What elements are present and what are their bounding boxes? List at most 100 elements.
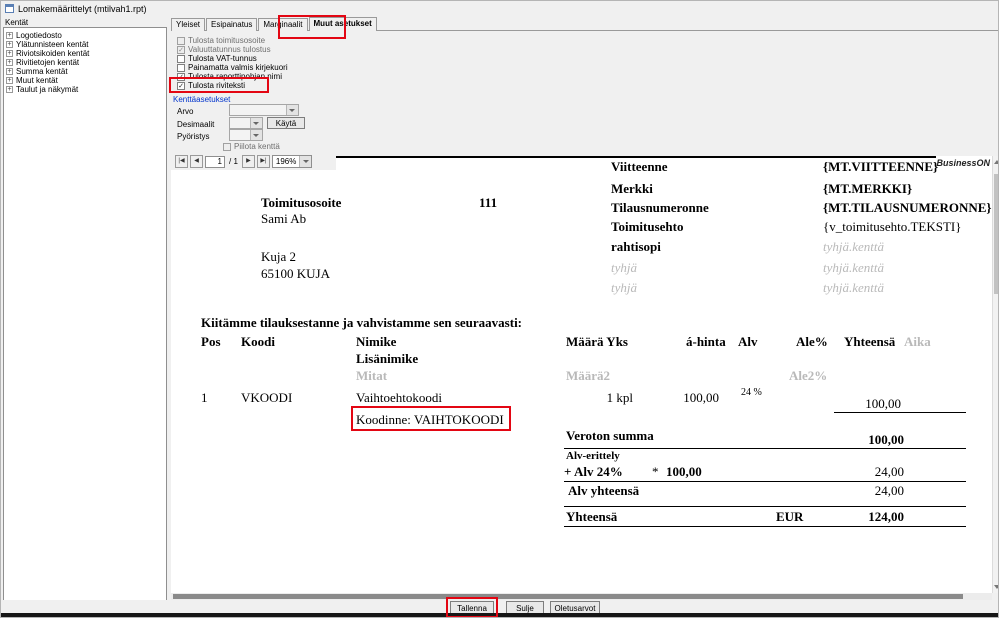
option-label: Piilota kenttä bbox=[234, 142, 280, 151]
option-label: Tulosta toimitusosoite bbox=[188, 36, 266, 45]
col-header-mitat: Mitat bbox=[356, 368, 388, 383]
chevron-down-icon bbox=[302, 160, 309, 163]
settings-tabs: Yleiset Esipainatus Marginaalit Muut ase… bbox=[171, 17, 378, 31]
annotation-muut-asetukset-tab bbox=[278, 15, 346, 39]
tab-esipainatus[interactable]: Esipainatus bbox=[206, 18, 258, 31]
total-label: Yhteensä bbox=[566, 509, 618, 524]
option-painamatta-valmis-kirjekuori[interactable]: Painamatta valmis kirjekuori bbox=[177, 63, 288, 72]
checkbox-icon[interactable] bbox=[177, 54, 185, 63]
option-piilota-kentta[interactable]: Piilota kenttä bbox=[223, 142, 280, 151]
col-header-ahinta: á-hinta bbox=[686, 334, 726, 349]
row-total-rule bbox=[834, 412, 966, 413]
summary-rule bbox=[564, 526, 966, 527]
scroll-down-icon[interactable] bbox=[994, 585, 998, 589]
alv-erittely-label: Alv-erittely bbox=[566, 450, 620, 462]
option-label: Valuuttatunnus tulostus bbox=[188, 45, 271, 54]
arvo-label: Arvo bbox=[177, 107, 194, 116]
expand-icon[interactable]: + bbox=[6, 86, 13, 93]
next-page-button[interactable]: ▶ bbox=[241, 155, 255, 168]
checkbox-icon[interactable]: ✓ bbox=[177, 45, 185, 54]
page-total-label: / 1 bbox=[229, 157, 238, 166]
alv-yhteensa-label: Alv yhteensä bbox=[568, 483, 640, 498]
row-maara: 1 kpl bbox=[606, 390, 633, 405]
window-title: Lomakemäärittelyt (mtilvah1.rpt) bbox=[18, 3, 147, 14]
fields-panel-header: Kentät bbox=[5, 18, 29, 27]
vertical-scrollbar[interactable] bbox=[992, 156, 998, 593]
expand-icon[interactable]: + bbox=[6, 77, 13, 84]
desimaalit-dropdown[interactable] bbox=[229, 117, 263, 129]
tab-yleiset[interactable]: Yleiset bbox=[171, 18, 206, 31]
summary-rule bbox=[564, 448, 966, 449]
doc-field-value: tyhjä.kenttä bbox=[823, 239, 885, 254]
last-page-button[interactable]: ▶| bbox=[256, 155, 270, 168]
arvo-dropdown[interactable] bbox=[229, 104, 299, 116]
option-label: Tulosta VAT-tunnus bbox=[188, 54, 257, 63]
checkbox-icon[interactable] bbox=[177, 36, 185, 45]
doc-field-value: {MT.VIITTEENNE} bbox=[823, 159, 939, 174]
col-header-yhteensa: Yhteensä bbox=[844, 334, 896, 349]
summary-rule bbox=[564, 481, 966, 482]
col-header-alv: Alv bbox=[738, 334, 758, 349]
horizontal-scrollbar[interactable] bbox=[171, 593, 992, 600]
first-page-button[interactable]: |◀ bbox=[175, 155, 188, 168]
kayta-button[interactable]: Käytä bbox=[267, 117, 305, 129]
scroll-up-icon[interactable] bbox=[994, 160, 998, 164]
col-header-maara: Määrä Yks bbox=[566, 334, 628, 349]
preview-toolbar: |◀ ◀ / 1 ▶ ▶| 196% bbox=[171, 153, 336, 170]
expand-icon[interactable]: + bbox=[6, 50, 13, 57]
bottom-bar bbox=[1, 600, 998, 613]
tree-item-label: Riviotsikoiden kentät bbox=[16, 49, 90, 58]
doc-field-label: tyhjä bbox=[611, 280, 637, 295]
annotation-tallenna-button bbox=[446, 597, 498, 617]
pyoristys-label: Pyöristys bbox=[177, 132, 210, 141]
option-label: Painamatta valmis kirjekuori bbox=[188, 63, 288, 72]
doc-field-value: {MT.TILAUSNUMERONNE} bbox=[823, 200, 992, 215]
tree-item-logotiedosto[interactable]: + Logotiedosto bbox=[6, 31, 164, 40]
delivery-name: Sami Ab bbox=[261, 211, 307, 226]
option-tulosta-vat-tunnus[interactable]: Tulosta VAT-tunnus bbox=[177, 54, 257, 63]
prev-page-button[interactable]: ◀ bbox=[190, 155, 203, 168]
doc-field-value: {v_toimitusehto.TEKSTI} bbox=[823, 219, 962, 234]
page-number-input[interactable] bbox=[205, 155, 225, 168]
zoom-select[interactable]: 196% bbox=[271, 155, 312, 168]
delivery-city: 65100 KUJA bbox=[261, 266, 330, 281]
alv-row-value: 24,00 bbox=[874, 464, 904, 479]
annotation-tulosta-riviteksti bbox=[169, 77, 269, 93]
doc-field-value: tyhjä.kenttä bbox=[823, 280, 885, 295]
tree-item-rivitietojen-kentat[interactable]: + Rivitietojen kentät bbox=[6, 58, 164, 67]
doc-field-label: Tilausnumeronne bbox=[611, 200, 709, 215]
col-header-ale2: Ale2% bbox=[789, 368, 828, 383]
horizontal-scrollbar-thumb[interactable] bbox=[173, 594, 963, 599]
col-header-pos: Pos bbox=[201, 334, 221, 349]
row-nimike: Vaihtoehtokoodi bbox=[356, 390, 442, 405]
col-header-lisanimike: Lisänimike bbox=[356, 351, 419, 366]
tree-item-ylatunnisteen-kentat[interactable]: + Ylätunnisteen kentät bbox=[6, 40, 164, 49]
doc-field-label: tyhjä bbox=[611, 260, 637, 275]
tree-item-muut-kentat[interactable]: + Muut kentät bbox=[6, 76, 164, 85]
tree-item-riviotsikoiden-kentat[interactable]: + Riviotsikoiden kentät bbox=[6, 49, 164, 58]
window-bottom-edge bbox=[1, 613, 998, 617]
summary-block: Veroton summa 100,00 Alv-erittely + Alv … bbox=[564, 428, 966, 528]
chevron-down-icon bbox=[289, 109, 295, 112]
option-valuuttatunnus-tulostus[interactable]: ✓ Valuuttatunnus tulostus bbox=[177, 45, 271, 54]
title-bar: Lomakemäärittelyt (mtilvah1.rpt) bbox=[1, 1, 998, 16]
alv-row-base: 100,00 bbox=[666, 464, 702, 479]
pyoristys-dropdown[interactable] bbox=[229, 129, 263, 141]
expand-icon[interactable]: + bbox=[6, 32, 13, 39]
doc-field-value: tyhjä.kenttä bbox=[823, 260, 885, 275]
vertical-scrollbar-thumb[interactable] bbox=[994, 174, 998, 294]
report-preview: BusinessON Viitteenne {MT.VIITTEENNE} Me… bbox=[171, 156, 992, 593]
chevron-down-icon bbox=[253, 134, 259, 137]
expand-icon[interactable]: + bbox=[6, 68, 13, 75]
delivery-address-label: Toimitusosoite bbox=[261, 195, 342, 210]
option-tulosta-toimitusosoite[interactable]: Tulosta toimitusosoite bbox=[177, 36, 265, 45]
col-header-maara2: Määrä2 bbox=[566, 368, 611, 383]
tree-item-taulut-ja-nakymat[interactable]: + Taulut ja näkymät bbox=[6, 85, 164, 94]
tree-item-label: Taulut ja näkymät bbox=[16, 85, 79, 94]
alv-row-mult: * bbox=[652, 464, 659, 479]
expand-icon[interactable]: + bbox=[6, 59, 13, 66]
expand-icon[interactable]: + bbox=[6, 41, 13, 48]
tree-item-summa-kentat[interactable]: + Summa kentät bbox=[6, 67, 164, 76]
checkbox-icon[interactable] bbox=[223, 142, 231, 151]
checkbox-icon[interactable] bbox=[177, 63, 185, 72]
